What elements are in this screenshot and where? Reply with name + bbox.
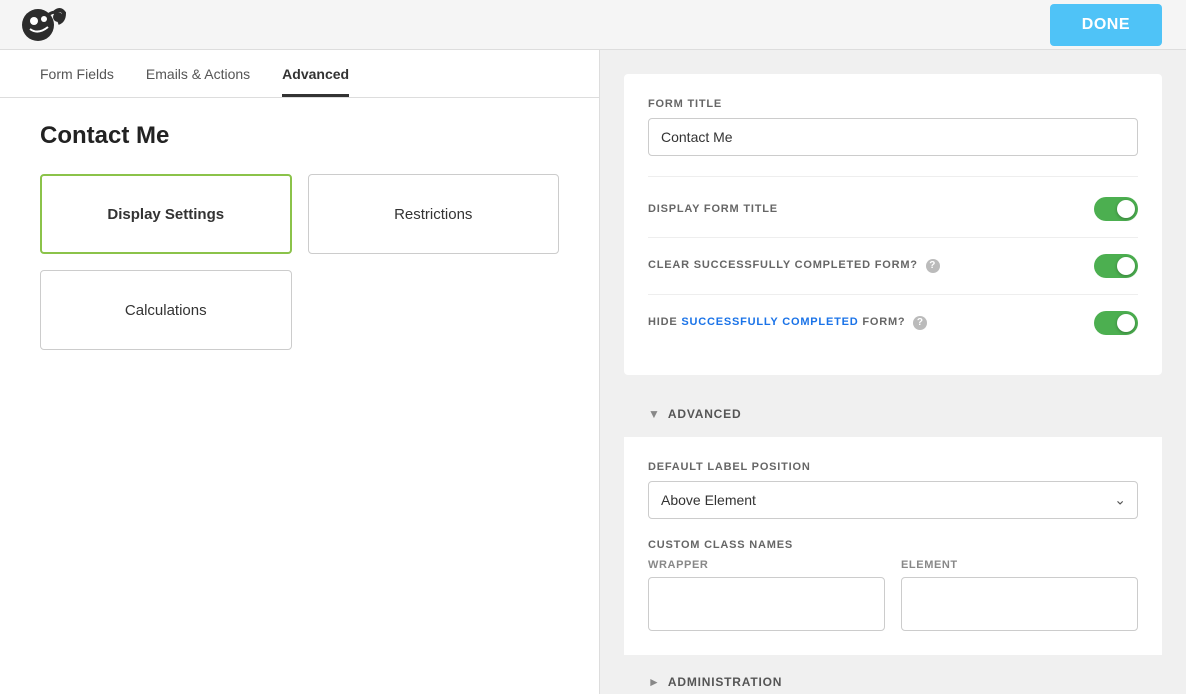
tab-advanced[interactable]: Advanced (282, 50, 349, 97)
default-label-position-group: DEFAULT LABEL POSITION Above Element Bel… (648, 461, 1138, 519)
display-form-title-toggle[interactable] (1094, 197, 1138, 221)
default-label-position-label: DEFAULT LABEL POSITION (648, 461, 1138, 473)
advanced-section: ▼ ADVANCED DEFAULT LABEL POSITION Above … (624, 391, 1162, 655)
card-calculations[interactable]: Calculations (40, 270, 292, 350)
hide-highlight: SUCCESSFULLY (681, 316, 778, 328)
advanced-section-header[interactable]: ▼ ADVANCED (624, 391, 1162, 437)
left-panel: Form Fields Emails & Actions Advanced Co… (0, 50, 600, 694)
administration-section: ► ADMINISTRATION (624, 659, 1162, 694)
advanced-content: DEFAULT LABEL POSITION Above Element Bel… (624, 437, 1162, 655)
form-title-input[interactable] (648, 118, 1138, 156)
display-form-title-row: DISPLAY FORM TITLE (648, 181, 1138, 238)
card-restrictions-label: Restrictions (394, 206, 472, 223)
card-calculations-label: Calculations (125, 302, 207, 319)
wrapper-input[interactable] (648, 577, 885, 631)
clear-form-slider (1094, 254, 1138, 278)
hide-form-label: HIDE SUCCESSFULLY COMPLETED FORM? ? (648, 316, 927, 330)
hide-form-row: HIDE SUCCESSFULLY COMPLETED FORM? ? (648, 295, 1138, 351)
card-restrictions[interactable]: Restrictions (308, 174, 560, 254)
custom-class-section: CUSTOM CLASS NAMES WRAPPER ELEMENT (648, 539, 1138, 631)
card-display-settings[interactable]: Display Settings (40, 174, 292, 254)
tab-form-fields[interactable]: Form Fields (40, 50, 114, 97)
right-panel: FORM TITLE DISPLAY FORM TITLE CLEAR SUCC… (600, 50, 1186, 694)
clear-form-row: CLEAR SUCCESSFULLY COMPLETED FORM? ? (648, 238, 1138, 295)
hide-form-info-icon[interactable]: ? (913, 316, 927, 330)
card-grid-top: Display Settings Restrictions (40, 174, 559, 254)
administration-section-header[interactable]: ► ADMINISTRATION (624, 659, 1162, 694)
element-input-group: ELEMENT (901, 559, 1138, 631)
display-form-title-label: DISPLAY FORM TITLE (648, 203, 778, 215)
hide-form-text: HIDE SUCCESSFULLY COMPLETED FORM? (648, 316, 905, 328)
wrapper-input-group: WRAPPER (648, 559, 885, 631)
clear-form-text: CLEAR SUCCESSFULLY COMPLETED FORM? (648, 259, 918, 271)
display-form-title-slider (1094, 197, 1138, 221)
logo (16, 5, 66, 45)
form-title-label: FORM TITLE (648, 98, 1138, 110)
advanced-section-label: ADVANCED (668, 407, 742, 421)
element-sublabel: ELEMENT (901, 559, 1138, 571)
hide-form-toggle[interactable] (1094, 311, 1138, 335)
settings-section: FORM TITLE DISPLAY FORM TITLE CLEAR SUCC… (624, 74, 1162, 375)
main-layout: Form Fields Emails & Actions Advanced Co… (0, 50, 1186, 694)
clear-form-toggle[interactable] (1094, 254, 1138, 278)
left-content: Contact Me Display Settings Restrictions… (0, 98, 599, 374)
form-title-group: FORM TITLE (648, 98, 1138, 156)
card-display-settings-label: Display Settings (107, 206, 224, 223)
hide-highlight2: COMPLETED (782, 316, 858, 328)
tab-emails-actions[interactable]: Emails & Actions (146, 50, 250, 97)
wrapper-sublabel: WRAPPER (648, 559, 885, 571)
select-wrapper: Above Element Below Element Left of Elem… (648, 481, 1138, 519)
done-button[interactable]: DONE (1050, 4, 1162, 46)
custom-class-names-label: CUSTOM CLASS NAMES (648, 539, 1138, 551)
clear-form-info-icon[interactable]: ? (926, 259, 940, 273)
administration-chevron-icon: ► (648, 675, 660, 689)
form-name-heading: Contact Me (40, 122, 559, 150)
element-input[interactable] (901, 577, 1138, 631)
class-inputs: WRAPPER ELEMENT (648, 559, 1138, 631)
clear-form-label: CLEAR SUCCESSFULLY COMPLETED FORM? ? (648, 259, 940, 273)
label-position-select[interactable]: Above Element Below Element Left of Elem… (648, 481, 1138, 519)
hide-form-slider (1094, 311, 1138, 335)
administration-section-label: ADMINISTRATION (668, 675, 782, 689)
done-button-wrapper: DONE (1050, 4, 1162, 46)
top-bar: DONE (0, 0, 1186, 50)
card-grid-bottom: Calculations (40, 270, 559, 350)
tabs-bar: Form Fields Emails & Actions Advanced (0, 50, 599, 98)
advanced-chevron-icon: ▼ (648, 407, 660, 421)
